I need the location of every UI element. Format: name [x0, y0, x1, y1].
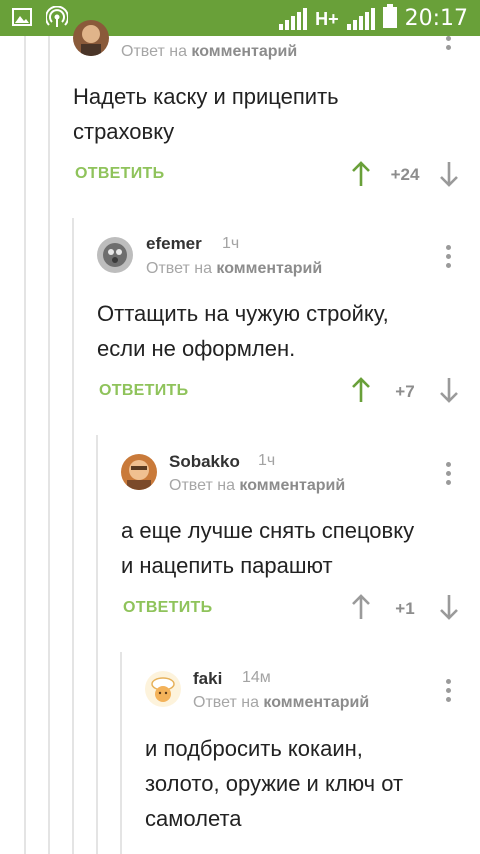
reply-to[interactable]: Ответ на комментарий — [193, 694, 369, 712]
more-icon[interactable] — [446, 679, 452, 706]
avatar[interactable] — [145, 671, 181, 707]
comment-text: и подбросить кокаин, золото, оружие и кл… — [145, 736, 404, 831]
comment: faki 14м Ответ на комментарий и подброси… — [0, 0, 480, 854]
comment-time: 14м — [242, 669, 271, 686]
author-name[interactable]: faki — [193, 669, 222, 689]
